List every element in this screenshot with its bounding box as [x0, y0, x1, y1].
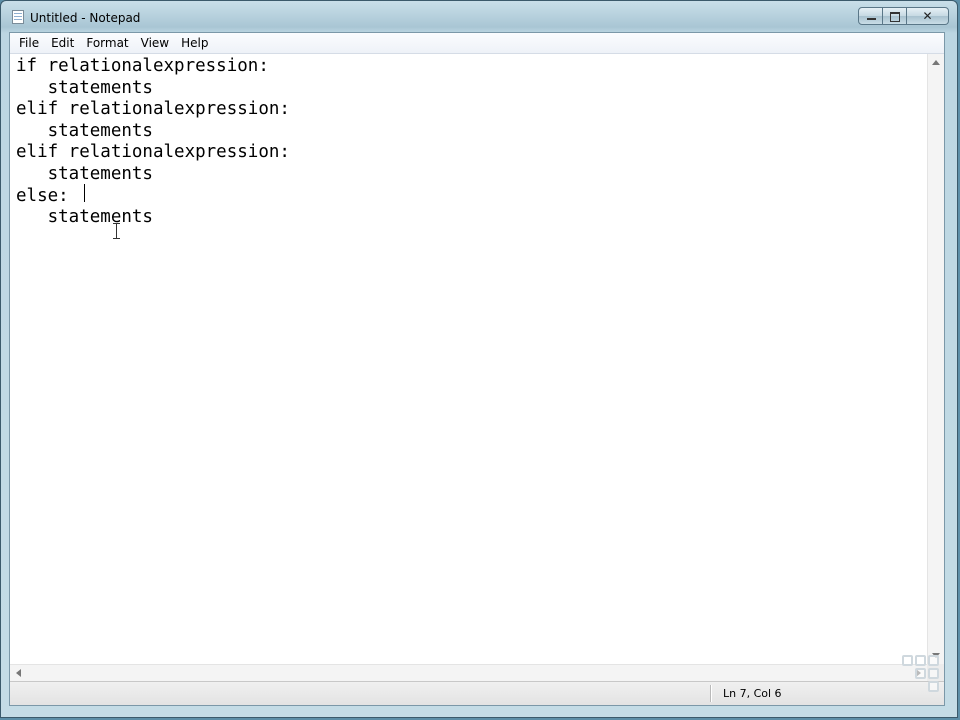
- menu-help[interactable]: Help: [175, 34, 214, 52]
- grip-square: [902, 655, 913, 666]
- cursor-position: Ln 7, Col 6: [723, 687, 782, 700]
- menu-format[interactable]: Format: [80, 34, 134, 52]
- title-bar[interactable]: Untitled - Notepad ✕: [1, 1, 957, 33]
- minimize-button[interactable]: [858, 7, 883, 25]
- close-button[interactable]: ✕: [907, 7, 949, 25]
- status-bar: Ln 7, Col 6: [10, 655, 944, 705]
- vertical-scrollbar[interactable]: [927, 54, 944, 664]
- editor-line: statements: [16, 207, 153, 228]
- menu-edit[interactable]: Edit: [45, 34, 80, 52]
- menu-bar: File Edit Format View Help: [10, 33, 944, 54]
- editor-line: else:: [16, 185, 69, 206]
- grip-square: [928, 668, 939, 679]
- caption-buttons: ✕: [858, 7, 949, 25]
- editor-line: statements: [16, 120, 153, 141]
- horizontal-scrollbar[interactable]: [10, 664, 927, 681]
- editor-text[interactable]: if relationalexpression: statements elif…: [10, 54, 927, 229]
- status-divider: [710, 685, 711, 702]
- editor-line: if relationalexpression:: [16, 56, 269, 76]
- notepad-client-area: File Edit Format View Help if relational…: [9, 32, 945, 706]
- text-editor[interactable]: if relationalexpression: statements elif…: [10, 54, 927, 664]
- maximize-icon: [890, 12, 900, 22]
- editor-line: elif relationalexpression:: [16, 142, 290, 163]
- editor-line: elif relationalexpression:: [16, 99, 290, 120]
- menu-file[interactable]: File: [13, 34, 45, 52]
- editor-line: statements: [16, 77, 153, 98]
- scroll-left-icon[interactable]: [16, 669, 21, 677]
- editor-line: statements: [16, 163, 153, 184]
- maximize-button[interactable]: [883, 7, 907, 25]
- close-icon: ✕: [922, 9, 933, 23]
- grip-square: [915, 668, 926, 679]
- grip-square: [928, 681, 939, 692]
- window-title: Untitled - Notepad: [30, 11, 141, 25]
- notepad-window: Untitled - Notepad ✕ File Edit Format Vi…: [0, 0, 958, 718]
- text-caret: [84, 184, 85, 202]
- grip-square: [915, 655, 926, 666]
- minimize-icon: [867, 18, 876, 20]
- scroll-up-icon[interactable]: [932, 60, 940, 65]
- ibeam-cursor-icon: [113, 223, 120, 239]
- grip-square: [928, 655, 939, 666]
- resize-grip-icon[interactable]: [902, 655, 942, 703]
- menu-view[interactable]: View: [135, 34, 175, 52]
- notepad-app-icon[interactable]: [12, 10, 24, 24]
